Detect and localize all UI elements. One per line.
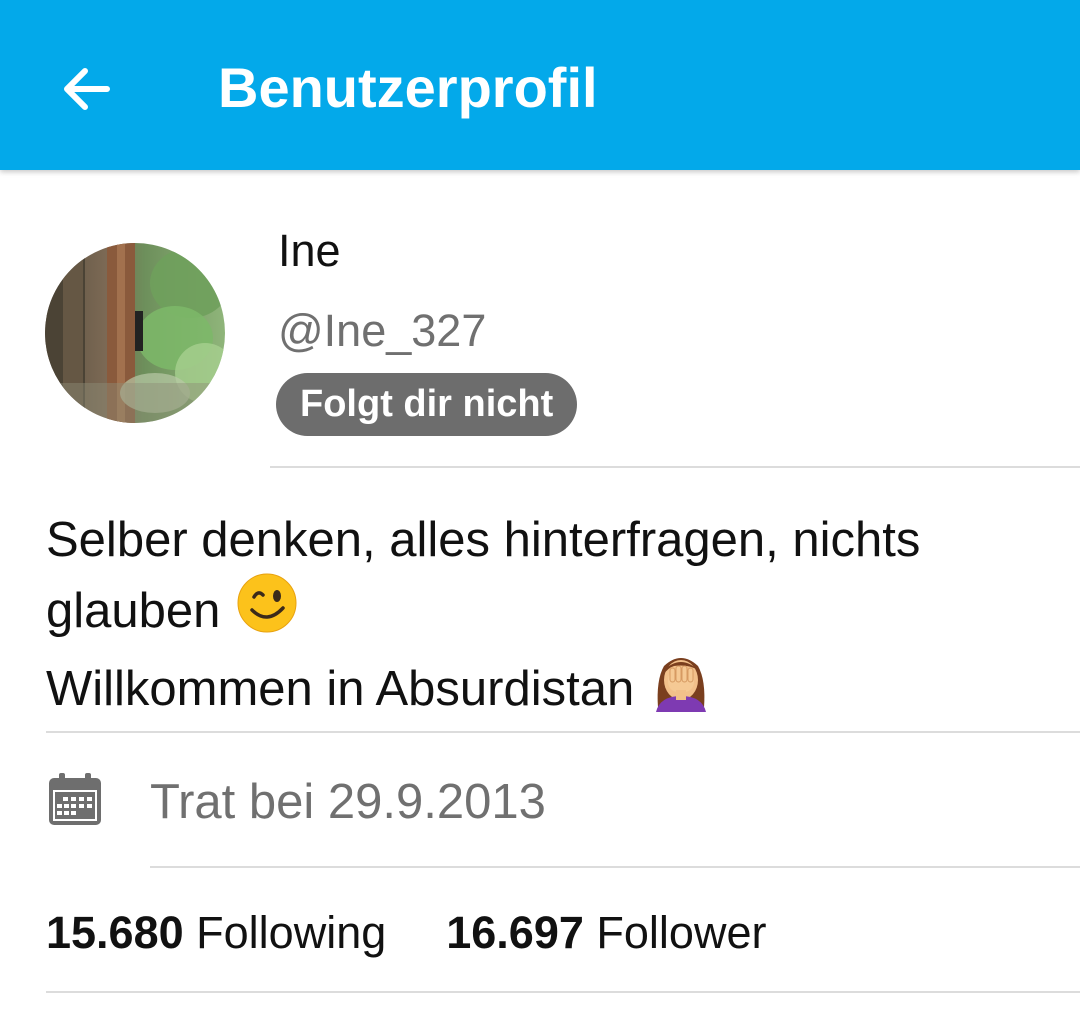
arrow-back-icon xyxy=(64,68,110,110)
app-bar: Benutzerprofil xyxy=(0,0,1080,170)
calendar-icon xyxy=(47,773,103,832)
page-title: Benutzerprofil xyxy=(218,56,598,119)
following-count: 15.680 xyxy=(46,907,184,958)
bio-divider xyxy=(46,731,1080,733)
bio-line-2-text: glauben xyxy=(46,584,221,638)
following-stat[interactable]: 15.680 Following xyxy=(46,905,386,961)
profile-header-divider xyxy=(270,466,1080,468)
display-name: Ine xyxy=(278,225,341,276)
follower-stat[interactable]: 16.697 Follower xyxy=(446,905,766,961)
bio-line-3-text: Willkommen in Absurdistan xyxy=(46,662,635,716)
bio: Selber denken, alles hinterfragen, nicht… xyxy=(46,508,1056,728)
winking-face-emoji xyxy=(236,572,298,650)
bio-line-2: glauben xyxy=(46,572,1056,650)
back-button[interactable] xyxy=(50,54,120,124)
follow-stats: 15.680 Following 16.697 Follower xyxy=(46,905,766,961)
follower-label: Follower xyxy=(596,907,767,958)
follower-count: 16.697 xyxy=(446,907,584,958)
user-handle: @Ine_327 xyxy=(278,305,487,356)
stats-divider xyxy=(46,991,1080,993)
forest-photo-avatar xyxy=(45,243,225,423)
avatar[interactable] xyxy=(45,243,225,423)
follow-status-badge: Folgt dir nicht xyxy=(276,373,578,436)
woman-facepalming-emoji xyxy=(650,650,712,728)
joined-date: Trat bei 29.9.2013 xyxy=(150,775,546,829)
bio-line-3: Willkommen in Absurdistan xyxy=(46,650,1056,728)
joined-divider xyxy=(150,866,1080,868)
following-label: Following xyxy=(196,907,387,958)
bio-line-1: Selber denken, alles hinterfragen, nicht… xyxy=(46,513,921,567)
